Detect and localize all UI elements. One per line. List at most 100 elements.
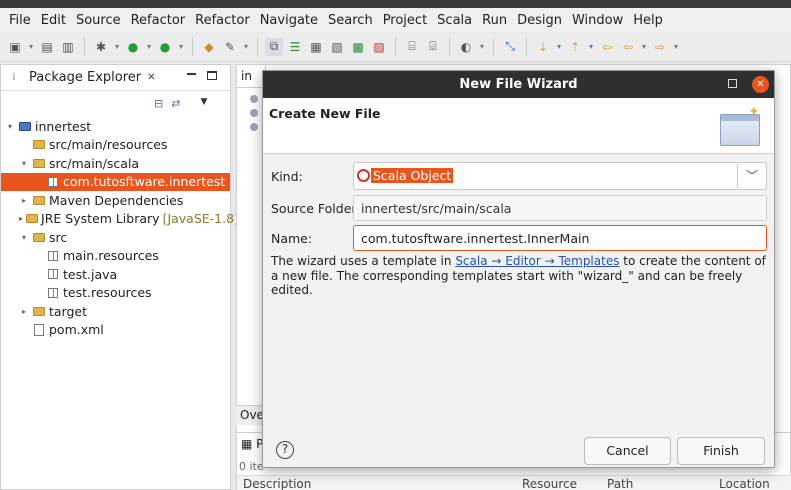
- menu-help[interactable]: Help: [628, 13, 668, 28]
- organize-icon[interactable]: ⌹: [424, 38, 442, 56]
- maximize-icon[interactable]: [728, 79, 737, 88]
- link-with-editor-icon[interactable]: ⇄: [171, 97, 180, 110]
- next-annotation-dropdown-icon[interactable]: ▾: [555, 38, 563, 56]
- expand-arrow-icon[interactable]: ▸: [19, 307, 29, 316]
- menu-refactor[interactable]: Refactor: [190, 13, 255, 28]
- forward-dropdown-icon[interactable]: ▾: [672, 38, 680, 56]
- menu-design[interactable]: Design: [512, 13, 567, 28]
- maximize-icon[interactable]: [207, 71, 217, 80]
- scala-project-icon[interactable]: ▩: [349, 38, 367, 56]
- toggle-mark-icon[interactable]: ⧉: [265, 37, 283, 56]
- close-icon[interactable]: ✕: [147, 72, 155, 83]
- scala-package-icon[interactable]: ▨: [370, 38, 388, 56]
- expand-arrow-icon[interactable]: ▸: [19, 214, 23, 223]
- minimize-icon[interactable]: [187, 73, 196, 75]
- javadoc-icon[interactable]: ▦: [307, 38, 325, 56]
- tree-item[interactable]: src/main/resources: [1, 136, 230, 155]
- run-dropdown-icon[interactable]: ▾: [145, 38, 153, 56]
- expand-arrow-icon[interactable]: ▾: [19, 233, 29, 242]
- menu-window[interactable]: Window: [567, 13, 628, 28]
- new-file-wizard-dialog: New File Wizard ✕ Create New File ✦ Kind…: [262, 70, 775, 468]
- collapse-all-icon[interactable]: ⊟: [154, 97, 163, 110]
- package-icon: [46, 268, 60, 280]
- tree-item[interactable]: ▾ src/main/scala: [1, 154, 230, 173]
- last-edit-icon[interactable]: ⇦: [598, 38, 616, 56]
- source-folder-field[interactable]: innertest/src/main/scala: [353, 195, 767, 221]
- external-tools-icon[interactable]: ●: [156, 38, 174, 56]
- menu-project[interactable]: Project: [378, 13, 432, 28]
- help-icon[interactable]: ?: [276, 441, 294, 459]
- column-path[interactable]: Path: [607, 477, 633, 490]
- finish-button[interactable]: Finish: [677, 437, 765, 465]
- fold-marker-icon[interactable]: [250, 95, 258, 103]
- close-icon[interactable]: ✕: [752, 76, 769, 93]
- run-icon[interactable]: ●: [124, 38, 142, 56]
- kind-combo[interactable]: Scala Object: [353, 162, 739, 190]
- menu-scala[interactable]: Scala: [432, 13, 477, 28]
- window-titlebar: [0, 0, 791, 8]
- problems-tab[interactable]: ▦ P: [241, 437, 263, 451]
- menu-file[interactable]: File: [4, 13, 36, 28]
- perspective-icon[interactable]: ◐: [457, 38, 475, 56]
- debug-icon[interactable]: ✱: [92, 38, 110, 56]
- kind-dropdown-button[interactable]: ﹀: [737, 162, 767, 190]
- menu-search[interactable]: Search: [323, 13, 378, 28]
- back-dropdown-icon[interactable]: ▾: [640, 38, 648, 56]
- fold-marker-icon[interactable]: [250, 123, 258, 131]
- column-resource[interactable]: Resource: [522, 477, 577, 490]
- menu-source[interactable]: Source: [71, 13, 126, 28]
- scala-doc-icon[interactable]: ▧: [328, 38, 346, 56]
- back-icon[interactable]: ⇦: [619, 38, 637, 56]
- menu-refactor[interactable]: Refactor: [126, 13, 191, 28]
- tree-item[interactable]: ▸ Maven Dependencies: [1, 191, 230, 210]
- column-location[interactable]: Location: [719, 477, 770, 490]
- tree-item[interactable]: test.resources: [1, 284, 230, 303]
- format-icon[interactable]: ⌸: [403, 38, 421, 56]
- package-explorer-tab[interactable]: ⁞ Package Explorer ✕: [1, 65, 230, 91]
- name-field[interactable]: com.tutosftware.innertest.InnerMain: [353, 225, 767, 251]
- dialog-title: New File Wizard: [263, 71, 774, 98]
- perspective-dropdown-icon[interactable]: ▾: [478, 38, 486, 56]
- tree-item[interactable]: ▾ innertest: [1, 117, 230, 136]
- tree-item[interactable]: ▸ target: [1, 302, 230, 321]
- new-icon[interactable]: ▣: [6, 38, 24, 56]
- pin-icon[interactable]: ⤡: [501, 38, 519, 56]
- menu-navigate[interactable]: Navigate: [255, 13, 323, 28]
- problems-icon: ▦: [241, 437, 257, 451]
- menu-edit[interactable]: Edit: [36, 13, 71, 28]
- cancel-button[interactable]: Cancel: [584, 437, 671, 465]
- tree-item[interactable]: test.java: [1, 265, 230, 284]
- fold-marker-icon[interactable]: [250, 109, 258, 117]
- name-label: Name:: [271, 231, 313, 246]
- open-type-icon[interactable]: ◆: [200, 38, 218, 56]
- package-icon: [46, 250, 60, 262]
- source-folder-icon: [32, 139, 46, 151]
- expand-arrow-icon[interactable]: ▸: [19, 196, 29, 205]
- tree-item[interactable]: pom.xml: [1, 321, 230, 340]
- toolbar-separator: [395, 37, 396, 56]
- tree-item[interactable]: ▸ JRE System Library [JavaSE-1.8]: [1, 210, 239, 229]
- tree-item[interactable]: com.tutosftware.innertest: [1, 172, 230, 191]
- external-tools-dropdown-icon[interactable]: ▾: [177, 38, 185, 56]
- new-dropdown-icon[interactable]: ▾: [27, 38, 35, 56]
- column-description[interactable]: Description: [243, 477, 311, 490]
- templates-link[interactable]: Scala → Editor → Templates: [455, 254, 619, 268]
- previous-annotation-dropdown-icon[interactable]: ▾: [587, 38, 595, 56]
- next-annotation-icon[interactable]: ⇣: [534, 38, 552, 56]
- previous-annotation-icon[interactable]: ⇡: [566, 38, 584, 56]
- debug-dropdown-icon[interactable]: ▾: [113, 38, 121, 56]
- package-icon: [46, 287, 60, 299]
- forward-icon[interactable]: ⇨: [651, 38, 669, 56]
- task-list-icon[interactable]: ☰: [286, 38, 304, 56]
- expand-arrow-icon[interactable]: ▾: [5, 122, 15, 131]
- search-icon[interactable]: ✎: [221, 38, 239, 56]
- save-all-icon[interactable]: ▥: [59, 38, 77, 56]
- expand-arrow-icon[interactable]: ▾: [19, 159, 29, 168]
- menu-run[interactable]: Run: [477, 13, 512, 28]
- save-icon[interactable]: ▤: [38, 38, 56, 56]
- tree-item-label: com.tutosftware.innertest: [63, 174, 226, 190]
- tree-item[interactable]: ▾ src: [1, 228, 230, 247]
- view-menu-icon[interactable]: ▼: [200, 97, 207, 110]
- tree-item[interactable]: main.resources: [1, 247, 230, 266]
- search-dropdown-icon[interactable]: ▾: [242, 38, 250, 56]
